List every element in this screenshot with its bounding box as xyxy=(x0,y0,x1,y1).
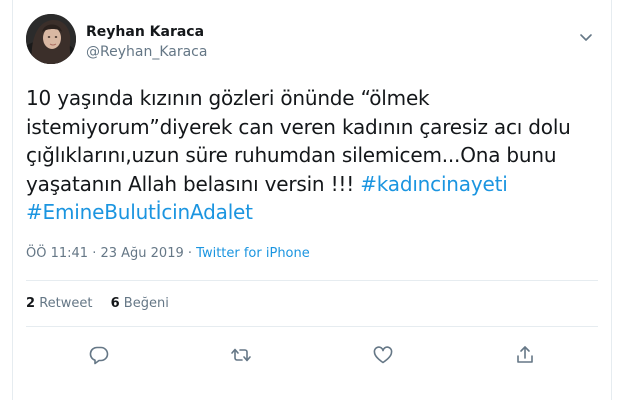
tweet-text-fragment: yaşatanın Allah belasını versin !!! xyxy=(26,171,361,196)
tweet-text-line: #EmineBulutİcinAdalet xyxy=(26,198,586,227)
meta-separator: · xyxy=(88,246,101,261)
divider xyxy=(26,280,598,281)
reply-icon[interactable] xyxy=(88,344,110,366)
tweet-text-line: istemiyorum”diyerek can veren kadının ça… xyxy=(26,114,571,139)
user-handle[interactable]: @Reyhan_Karaca xyxy=(86,44,207,60)
tweet-meta: ÖÖ 11:41 · 23 Ağu 2019 · Twitter for iPh… xyxy=(26,246,310,261)
tweet-text-line: 10 yaşında kızının gözleri önünde “ölmek xyxy=(26,86,430,110)
tweet-text-line: çığlıklarını,uzun süre ruhumdan silemice… xyxy=(26,143,557,167)
heart-icon[interactable] xyxy=(372,344,394,366)
tweet-text: 10 yaşında kızının gözleri önünde “ölmek… xyxy=(26,84,586,227)
retweet-count: 2 xyxy=(26,296,36,311)
avatar[interactable] xyxy=(26,14,76,64)
hashtag-link[interactable]: #kadıncinayeti xyxy=(360,172,508,196)
tweet-actions xyxy=(0,338,626,370)
hashtag-link[interactable]: #EmineBulutİcinAdalet xyxy=(26,200,253,224)
divider xyxy=(26,326,598,327)
retweet-label: Retweet xyxy=(39,296,93,311)
tweet-date[interactable]: 23 Ağu 2019 xyxy=(100,246,183,261)
like-count: 6 xyxy=(110,296,120,311)
share-icon[interactable] xyxy=(514,344,536,366)
tweet-time[interactable]: ÖÖ 11:41 xyxy=(26,246,88,261)
tweet-text-line: yaşatanın Allah belasını versin !!! #kad… xyxy=(26,170,586,199)
tweet-stats: 2 Retweet 6 Beğeni xyxy=(26,296,183,311)
retweet-stat[interactable]: 2 Retweet xyxy=(26,296,92,311)
display-name[interactable]: Reyhan Karaca xyxy=(86,24,204,40)
like-stat[interactable]: 6 Beğeni xyxy=(111,296,169,311)
meta-separator: · xyxy=(183,246,197,261)
tweet-source-link[interactable]: Twitter for iPhone xyxy=(196,246,310,261)
avatar-photo xyxy=(26,14,76,64)
like-label: Beğeni xyxy=(123,296,169,311)
chevron-down-icon[interactable] xyxy=(579,28,593,41)
retweet-icon[interactable] xyxy=(230,344,252,366)
